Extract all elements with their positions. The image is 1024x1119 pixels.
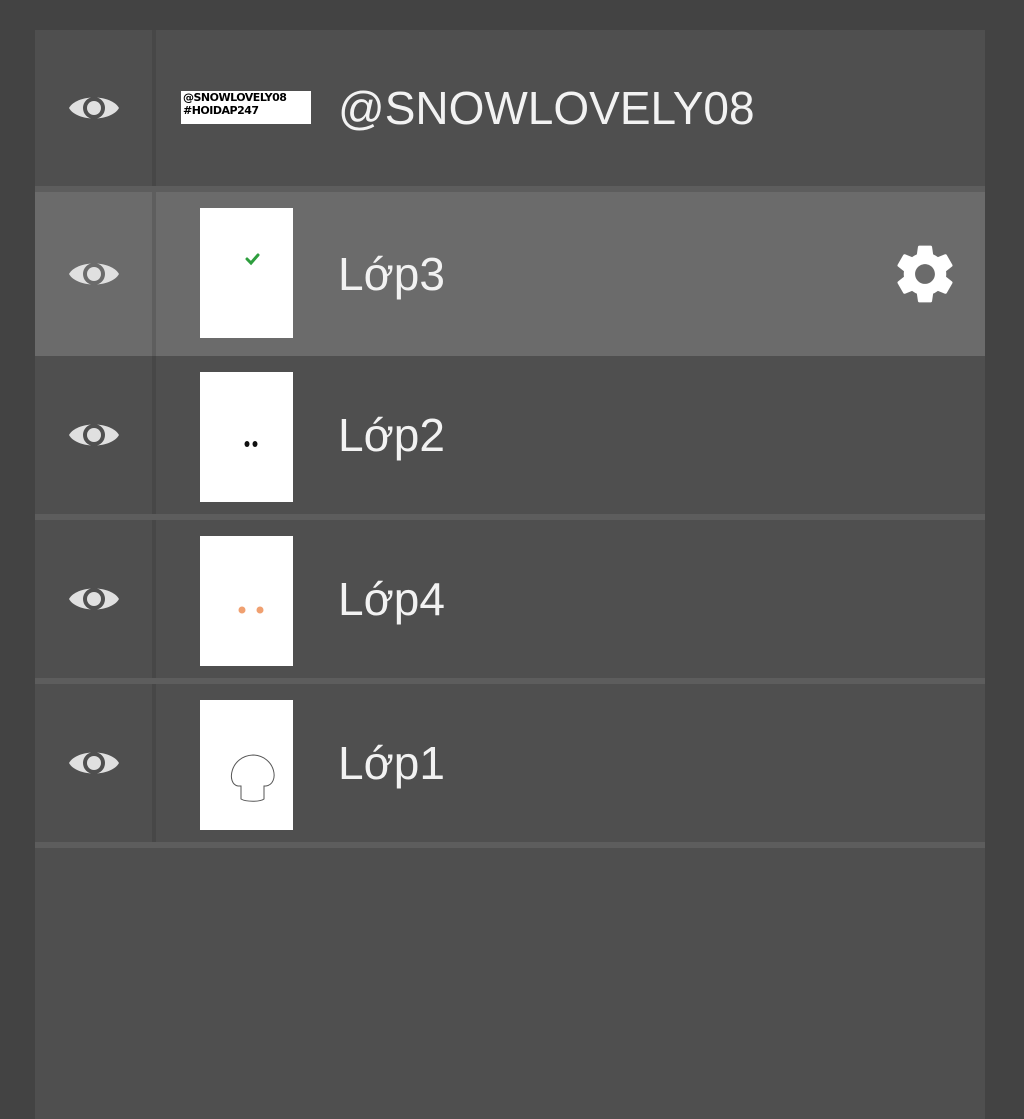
layer-name: Lớp2 (338, 409, 445, 461)
layer-thumbnail (200, 372, 293, 502)
eye-icon (68, 752, 119, 774)
layer-thumbnail: @SNOWLOVELY08 #HOIDAP247 (181, 91, 311, 124)
visibility-toggle[interactable] (35, 356, 152, 514)
layers-panel: @SNOWLOVELY08 #HOIDAP247 @SNOWLOVELY08 L… (35, 30, 985, 1119)
layer-row-lop3[interactable]: Lớp3 (35, 192, 985, 356)
visibility-toggle[interactable] (35, 520, 152, 678)
layer-thumbnail (200, 536, 293, 666)
thumbnail-art (238, 606, 264, 614)
layer-name: Lớp3 (338, 248, 445, 300)
layer-row-watermark[interactable]: @SNOWLOVELY08 #HOIDAP247 @SNOWLOVELY08 (35, 30, 985, 186)
column-divider (152, 356, 156, 514)
eye-icon (68, 263, 119, 285)
eye-icon (68, 588, 119, 610)
thumbnail-art (244, 441, 258, 447)
thumbnail-art (245, 253, 260, 266)
eye-icon (68, 424, 119, 446)
layer-thumbnail (200, 208, 293, 338)
layer-name: @SNOWLOVELY08 (338, 82, 755, 134)
visibility-toggle[interactable] (35, 192, 152, 356)
layer-row-lop4[interactable]: Lớp4 (35, 520, 985, 678)
layer-row-lop1[interactable]: Lớp1 (35, 684, 985, 842)
visibility-toggle[interactable] (35, 30, 152, 186)
visibility-toggle[interactable] (35, 684, 152, 842)
layer-name: Lớp1 (338, 737, 445, 789)
layer-name: Lớp4 (338, 573, 445, 625)
thumbnail-text: #HOIDAP247 (183, 104, 259, 117)
layer-thumbnail (200, 700, 293, 830)
empty-layer-area (35, 848, 985, 1119)
column-divider (152, 684, 156, 842)
thumbnail-art (230, 754, 275, 802)
eye-icon (68, 97, 119, 119)
column-divider (152, 30, 156, 186)
column-divider (152, 192, 156, 356)
gear-icon[interactable] (891, 240, 959, 308)
column-divider (152, 520, 156, 678)
thumbnail-text: @SNOWLOVELY08 (183, 91, 287, 104)
layer-row-lop2[interactable]: Lớp2 (35, 356, 985, 514)
